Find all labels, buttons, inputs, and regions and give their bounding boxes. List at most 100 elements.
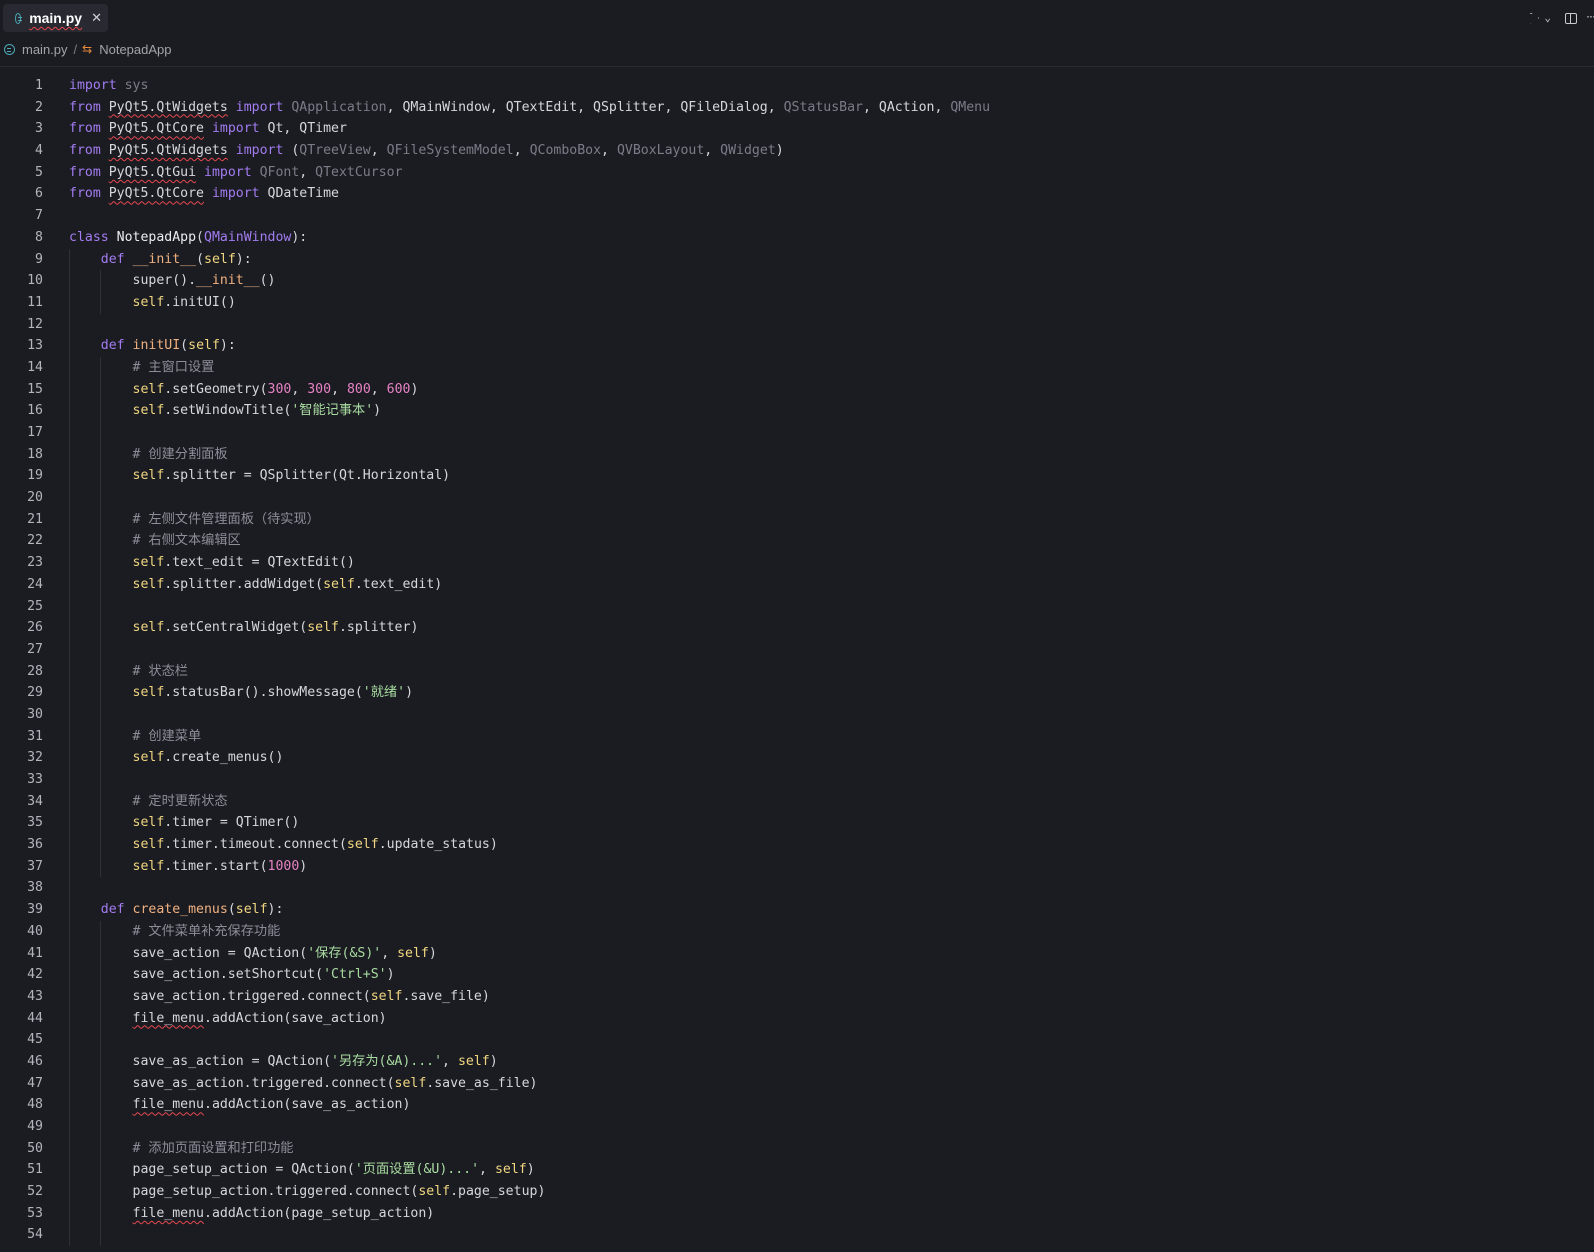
code-text: # 创建菜单	[132, 728, 202, 744]
code-line[interactable]: 12	[0, 313, 1594, 336]
code-line[interactable]: 20	[0, 487, 1594, 509]
indent-guide	[69, 1116, 70, 1138]
code-line[interactable]: 40 # 文件菜单补充保存功能	[0, 920, 1594, 943]
code-line[interactable]: 6 from PyQt5.QtCore import QDateTime	[0, 183, 1594, 205]
code-text: self.text_edit = QTextEdit()	[132, 555, 355, 571]
indent-guide	[69, 422, 70, 444]
code-line[interactable]: 1 import sys	[0, 75, 1594, 97]
breadcrumb-file[interactable]: main.py	[22, 42, 68, 57]
code-line[interactable]: 52 page_setup_action.triggered.connect(s…	[0, 1181, 1594, 1203]
run-icon[interactable]	[1530, 12, 1540, 24]
code-line[interactable]: 39 def create_menus(self):	[0, 899, 1594, 921]
code-text: file_menu.addAction(save_as_action)	[132, 1097, 411, 1113]
code-line[interactable]: 49	[0, 1116, 1594, 1138]
indent-guide	[100, 769, 101, 791]
code-text: self.splitter = QSplitter(Qt.Horizontal)	[132, 468, 451, 484]
line-number: 12	[27, 316, 43, 332]
code-line[interactable]: 43 save_action.triggered.connect(self.sa…	[0, 985, 1594, 1008]
code-line[interactable]: 42 save_action.setShortcut('Ctrl+S')	[0, 964, 1594, 986]
code-text: self.create_menus()	[132, 750, 284, 766]
code-line[interactable]: 22 # 右侧文本编辑区	[0, 530, 1594, 553]
code-line[interactable]: 33	[0, 769, 1594, 791]
code-line[interactable]: 21 # 左侧文件管理面板（待实现）	[0, 508, 1594, 531]
code-text: file_menu.addAction(page_setup_action)	[132, 1205, 435, 1221]
line-number: 7	[35, 208, 43, 224]
code-line[interactable]: 50 # 添加页面设置和打印功能	[0, 1137, 1594, 1160]
more-actions-icon[interactable]: ···	[1585, 6, 1594, 30]
line-number: 2	[35, 99, 43, 115]
code-line[interactable]: 45	[0, 1029, 1594, 1051]
code-line[interactable]: 3 from PyQt5.QtCore import Qt, QTimer	[0, 118, 1594, 140]
split-editor-icon[interactable]	[1564, 12, 1577, 24]
code-line[interactable]: 38	[0, 877, 1594, 900]
line-number: 28	[27, 663, 43, 679]
code-text: self.setGeometry(300, 300, 800, 600)	[132, 381, 419, 397]
code-line[interactable]: 54	[0, 1224, 1594, 1247]
code-line[interactable]: 46 save_as_action = QAction('另存为(&A)...'…	[0, 1050, 1594, 1073]
line-number: 6	[35, 186, 43, 202]
code-line[interactable]: 30	[0, 703, 1594, 726]
code-line[interactable]: 53 file_menu.addAction(page_setup_action…	[0, 1202, 1594, 1225]
code-line[interactable]: 5 from PyQt5.QtGui import QFont, QTextCur…	[0, 162, 1594, 184]
line-number: 29	[27, 685, 43, 701]
code-text: save_as_action = QAction('另存为(&A)...', s…	[69, 1053, 498, 1069]
code-editor[interactable]: 1 import sys 2 from PyQt5.QtWidgets import …	[0, 75, 1594, 1247]
code-line[interactable]: 32 self.create_menus()	[0, 747, 1594, 769]
code-line[interactable]: 29 self.statusBar().showMessage('就绪')	[0, 682, 1594, 704]
code-line[interactable]: 8 class NotepadApp(QMainWindow):	[0, 227, 1594, 249]
code-line[interactable]: 24 self.splitter.addWidget(self.text_edi…	[0, 573, 1594, 596]
code-text: # 创建分割面板	[132, 446, 228, 462]
close-icon[interactable]: ✕	[91, 10, 102, 26]
code-line[interactable]: 26 self.setCentralWidget(self.splitter)	[0, 617, 1594, 639]
code-line[interactable]: 25	[0, 595, 1594, 618]
code-line[interactable]: 18 # 创建分割面板	[0, 443, 1594, 466]
code-text: from PyQt5.QtCore import QDateTime	[69, 186, 339, 202]
line-number: 11	[27, 294, 43, 310]
code-line[interactable]: 13 def initUI(self):	[0, 335, 1594, 357]
code-line[interactable]: 48 file_menu.addAction(save_as_action)	[0, 1094, 1594, 1116]
indent-guide	[100, 595, 101, 618]
code-line[interactable]: 2 from PyQt5.QtWidgets import QApplicatio…	[0, 97, 1594, 119]
code-text: self.timer = QTimer()	[132, 815, 300, 831]
line-number: 26	[27, 620, 43, 636]
code-line[interactable]: 16 self.setWindowTitle('智能记事本')	[0, 400, 1594, 422]
code-line[interactable]: 15 self.setGeometry(300, 300, 800, 600)	[0, 378, 1594, 401]
chevron-down-icon[interactable]: ⌄	[1544, 11, 1551, 25]
line-number: 51	[27, 1162, 43, 1178]
code-line[interactable]: 41 save_action = QAction('保存(&S)', self)	[0, 942, 1594, 965]
line-number: 4	[35, 143, 43, 159]
breadcrumb: main.py / ⇆ NotepadApp	[0, 38, 172, 60]
code-line[interactable]: 17	[0, 422, 1594, 444]
code-line[interactable]: 51 page_setup_action = QAction('页面设置(&U)…	[0, 1159, 1594, 1182]
code-line[interactable]: 36 self.timer.timeout.connect(self.updat…	[0, 834, 1594, 856]
line-number: 31	[27, 728, 43, 744]
code-line[interactable]: 31 # 创建菜单	[0, 725, 1594, 748]
code-line[interactable]: 34 # 定时更新状态	[0, 790, 1594, 813]
line-number: 54	[27, 1227, 43, 1243]
tab-main-py[interactable]: main.py ✕	[3, 4, 108, 32]
indent-guide	[100, 422, 101, 444]
breadcrumb-separator: /	[73, 41, 78, 57]
code-text: # 定时更新状态	[132, 793, 228, 809]
code-line[interactable]: 7	[0, 205, 1594, 227]
code-line[interactable]: 19 self.splitter = QSplitter(Qt.Horizont…	[0, 465, 1594, 488]
python-file-icon	[15, 12, 23, 24]
code-line[interactable]: 28 # 状态栏	[0, 660, 1594, 683]
code-text: # 文件菜单补充保存功能	[132, 923, 281, 939]
code-line[interactable]: 11 self.initUI()	[0, 291, 1594, 314]
code-line[interactable]: 47 save_as_action.triggered.connect(self…	[0, 1072, 1594, 1095]
code-line[interactable]: 27	[0, 638, 1594, 661]
line-number: 36	[27, 837, 43, 853]
code-line[interactable]: 35 self.timer = QTimer()	[0, 812, 1594, 835]
code-line[interactable]: 4 from PyQt5.QtWidgets import (QTreeView,…	[0, 140, 1594, 162]
code-line[interactable]: 9 def __init__(self):	[0, 248, 1594, 271]
code-line[interactable]: 10 super().__init__()	[0, 270, 1594, 292]
breadcrumb-symbol[interactable]: NotepadApp	[99, 42, 171, 57]
line-number: 25	[27, 598, 43, 614]
code-line[interactable]: 37 self.timer.start(1000)	[0, 855, 1594, 878]
code-line[interactable]: 23 self.text_edit = QTextEdit()	[0, 552, 1594, 574]
code-line[interactable]: 44 file_menu.addAction(save_action)	[0, 1007, 1594, 1030]
indent-guide	[69, 1029, 70, 1051]
code-line[interactable]: 14 # 主窗口设置	[0, 356, 1594, 379]
code-text: # 主窗口设置	[132, 359, 215, 375]
